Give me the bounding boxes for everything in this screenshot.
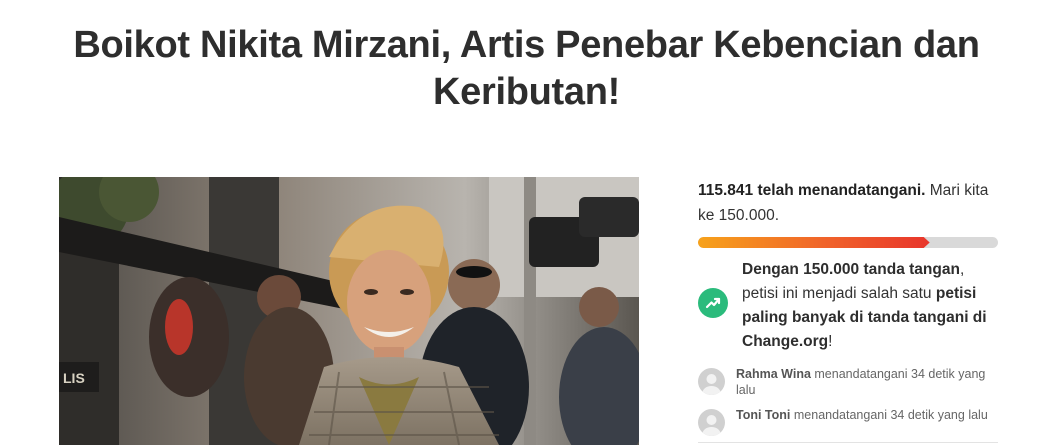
signer-name[interactable]: Toni Toni: [736, 408, 790, 422]
milestone-strong-1: Dengan 150.000 tanda tangan: [742, 261, 960, 278]
signer-name[interactable]: Rahma Wina: [736, 367, 811, 381]
avatar: [698, 409, 725, 436]
milestone-text: Dengan 150.000 tanda tangan, petisi ini …: [742, 258, 998, 354]
signature-progress-bar: [698, 237, 998, 248]
milestone-note: Dengan 150.000 tanda tangan, petisi ini …: [698, 258, 998, 354]
petition-sidebar: 115.841 telah menandatangani. Mari kita …: [698, 178, 998, 436]
petition-photo: LIS: [59, 177, 639, 445]
recent-signer: Rahma Wina menandatangani 34 detik yang …: [698, 366, 998, 398]
trending-up-icon: [698, 288, 728, 318]
petition-title: Boikot Nikita Mirzani, Artis Penebar Keb…: [73, 24, 980, 113]
avatar: [698, 368, 725, 395]
signature-count: 115.841 telah menandatangani. Mari kita …: [698, 178, 998, 228]
recent-signer: Toni Toni menandatangani 34 detik yang l…: [698, 407, 998, 436]
milestone-end: !: [828, 333, 833, 350]
signature-progress-fill: [698, 237, 930, 248]
signer-action: menandatangani 34 detik yang lalu: [793, 408, 988, 422]
sidebar-divider: [698, 442, 998, 443]
signer-text: Rahma Wina menandatangani 34 detik yang …: [736, 366, 998, 398]
svg-text:LIS: LIS: [63, 370, 85, 386]
signer-text: Toni Toni menandatangani 34 detik yang l…: [736, 407, 988, 423]
signature-count-strong: 115.841 telah menandatangani.: [698, 182, 926, 199]
